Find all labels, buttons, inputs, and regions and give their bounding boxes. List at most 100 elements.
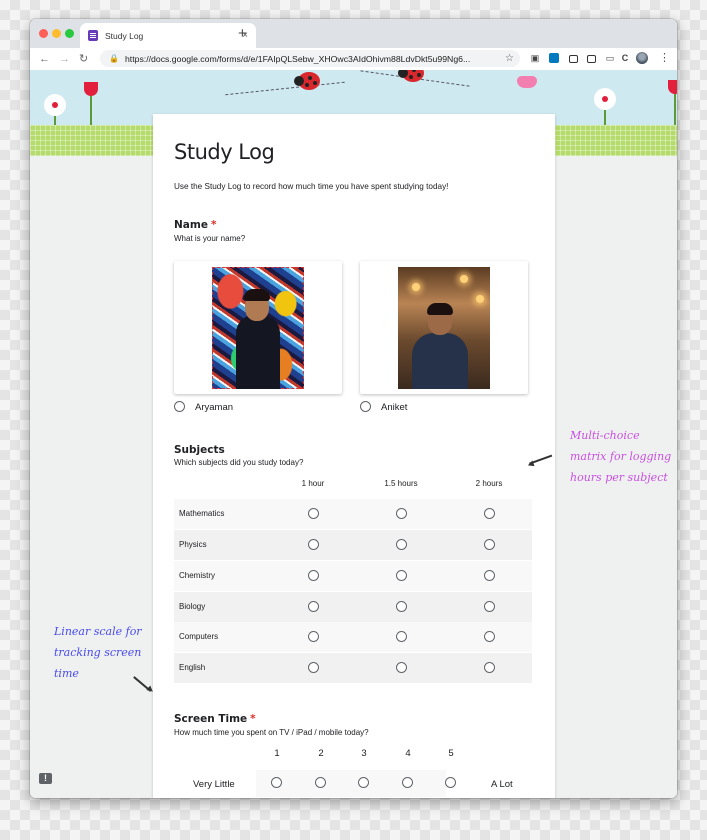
- red-tulip-illustration: [84, 82, 98, 96]
- scale-number-3: 3: [361, 748, 367, 759]
- lock-icon: 🔒: [109, 54, 119, 63]
- row-label: Chemistry: [179, 571, 216, 580]
- address-bar[interactable]: 🔒 https://docs.google.com/forms/d/e/1FAI…: [100, 50, 520, 67]
- radio-aryaman[interactable]: [174, 401, 185, 412]
- radio-mathematics-2-hours[interactable]: [484, 508, 495, 519]
- ladybug-illustration: [294, 72, 320, 90]
- scale-number-1: 1: [274, 748, 280, 759]
- scale-radio-5[interactable]: [445, 777, 456, 788]
- forward-button[interactable]: →: [59, 51, 70, 67]
- scale-radio-2[interactable]: [315, 777, 326, 788]
- form-title: Study Log: [174, 140, 275, 164]
- option-label-aniket: Aniket: [381, 402, 408, 413]
- browser-menu-icon[interactable]: ⋮: [659, 51, 670, 64]
- lamp-light: [412, 283, 420, 291]
- aryaman-photo: [212, 267, 304, 389]
- ladybug-illustration: [398, 70, 424, 82]
- annotation-line: Multi-choice: [570, 429, 640, 442]
- radio-biology-2-hours[interactable]: [484, 601, 495, 612]
- grid-row-mathematics: Mathematics: [174, 499, 532, 529]
- required-asterisk: *: [250, 713, 256, 725]
- question-title-subjects: Subjects: [174, 444, 225, 456]
- radio-computers-2-hours[interactable]: [484, 631, 495, 642]
- row-label: Mathematics: [179, 509, 225, 518]
- radio-physics-1-5-hours[interactable]: [396, 539, 407, 550]
- back-button[interactable]: ←: [39, 51, 50, 67]
- form-description: Use the Study Log to record how much tim…: [174, 182, 449, 191]
- radio-chemistry-1-hour[interactable]: [308, 570, 319, 581]
- report-feedback-icon[interactable]: !: [39, 773, 52, 784]
- scale-number-2: 2: [318, 748, 324, 759]
- annotation-line: matrix for logging: [570, 450, 672, 463]
- close-window-button[interactable]: [39, 29, 48, 38]
- aniket-photo: [398, 267, 490, 389]
- grid-row-biology: Biology: [174, 592, 532, 622]
- image-option-aryaman[interactable]: [174, 261, 342, 394]
- person-hair: [427, 303, 453, 315]
- extension-screen-icon[interactable]: ▭: [605, 53, 615, 63]
- radio-chemistry-2-hours[interactable]: [484, 570, 495, 581]
- question-title-text: Name: [174, 219, 208, 231]
- radio-computers-1-5-hours[interactable]: [396, 631, 407, 642]
- white-flower-illustration: [594, 88, 616, 110]
- scale-radio-4[interactable]: [402, 777, 413, 788]
- scale-radio-1[interactable]: [271, 777, 282, 788]
- form-card: Study Log Use the Study Log to record ho…: [153, 114, 555, 798]
- lamp-light: [476, 295, 484, 303]
- radio-biology-1-5-hours[interactable]: [396, 601, 407, 612]
- scale-min-label: Very Little: [193, 779, 235, 790]
- row-label: Computers: [179, 632, 219, 641]
- grid-column-1-hour: 1 hour: [301, 479, 325, 488]
- question-title-text: Screen Time: [174, 713, 248, 725]
- question-help-screen-time: How much time you spent on TV / iPad / m…: [174, 728, 369, 737]
- option-label-aryaman: Aryaman: [195, 402, 234, 413]
- person-silhouette: [412, 333, 468, 389]
- grid-row-computers: Computers: [174, 622, 532, 652]
- radio-chemistry-1-5-hours[interactable]: [396, 570, 407, 581]
- annotation-linear-scale: Linear scale for tracking screen time: [54, 621, 154, 684]
- image-option-aniket[interactable]: [360, 261, 528, 394]
- extension-window-icon[interactable]: [569, 55, 578, 63]
- grid-row-physics: Physics: [174, 530, 532, 560]
- row-label: English: [179, 663, 206, 672]
- red-tulip-illustration: [668, 80, 677, 94]
- radio-english-1-5-hours[interactable]: [396, 662, 407, 673]
- radio-mathematics-1-hour[interactable]: [308, 508, 319, 519]
- radio-english-2-hours[interactable]: [484, 662, 495, 673]
- linear-scale-band: [256, 770, 446, 797]
- tab-study-log[interactable]: Study Log ×: [80, 23, 256, 48]
- tab-bar: Study Log × +: [30, 19, 677, 48]
- scale-max-label: A Lot: [491, 779, 513, 790]
- dashed-flight-path: [225, 81, 345, 96]
- scale-number-5: 5: [448, 748, 454, 759]
- reload-button[interactable]: ↻: [79, 51, 88, 67]
- grid-column-1-5-hours: 1.5 hours: [384, 479, 418, 488]
- minimize-window-button[interactable]: [52, 29, 61, 38]
- extension-c-icon[interactable]: C: [620, 53, 630, 63]
- radio-english-1-hour[interactable]: [308, 662, 319, 673]
- annotation-line: tracking screen: [54, 646, 142, 659]
- radio-aniket[interactable]: [360, 401, 371, 412]
- person-hair: [244, 289, 270, 301]
- new-tab-button[interactable]: +: [238, 26, 247, 41]
- radio-mathematics-1-5-hours[interactable]: [396, 508, 407, 519]
- radio-physics-1-hour[interactable]: [308, 539, 319, 550]
- person-silhouette: [236, 315, 280, 389]
- radio-computers-1-hour[interactable]: [308, 631, 319, 642]
- google-forms-icon: [88, 30, 98, 41]
- annotation-line: hours per subject: [570, 471, 668, 484]
- bookmark-star-icon[interactable]: ☆: [505, 53, 514, 64]
- url-text[interactable]: https://docs.google.com/forms/d/e/1FAIpQ…: [125, 54, 505, 64]
- extension-lock-icon[interactable]: ▣: [530, 53, 540, 63]
- question-help-name: What is your name?: [174, 234, 246, 243]
- profile-avatar[interactable]: [636, 52, 648, 64]
- radio-physics-2-hours[interactable]: [484, 539, 495, 550]
- pink-flower-illustration: [517, 76, 537, 88]
- scale-radio-3[interactable]: [358, 777, 369, 788]
- browser-toolbar: ← → ↻ 🔒 https://docs.google.com/forms/d/…: [30, 48, 677, 71]
- radio-biology-1-hour[interactable]: [308, 601, 319, 612]
- maximize-window-button[interactable]: [65, 29, 74, 38]
- extension-pip-icon[interactable]: [587, 55, 596, 63]
- white-flower-illustration: [44, 94, 66, 116]
- extension-trello-icon[interactable]: [549, 53, 559, 63]
